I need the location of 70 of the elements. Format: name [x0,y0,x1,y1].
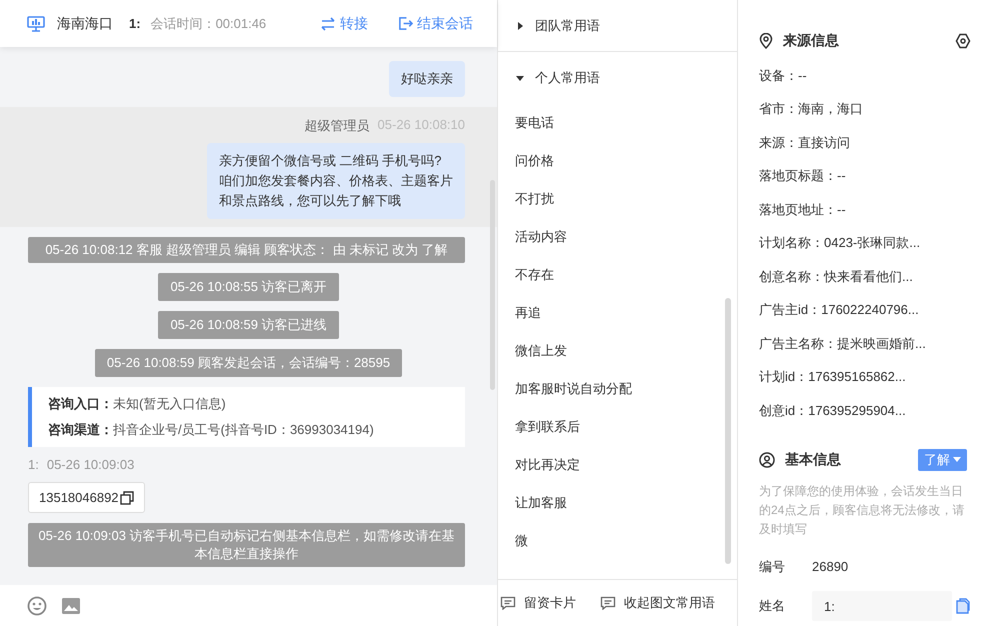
caret-right-icon [515,20,525,30]
phrase-item[interactable]: 对比再决定 [498,446,737,484]
source-info-row-text: 省市：海南，海口 [759,100,864,118]
field-label: 咨询渠道： [48,422,113,437]
caret-down-icon [953,457,961,464]
system-notice: 05-26 10:08:55 访客已离开 [158,273,339,301]
phrase-item[interactable]: 要电话 [498,104,737,142]
message-icon [500,596,516,610]
footer-button[interactable]: 留资卡片 [500,594,576,612]
location-label: 海南海口 [57,14,113,32]
message-line: 亲方便留个微信号或 二维码 手机号吗? [219,152,442,170]
source-info-row-text: 设备：-- [759,66,808,85]
field-label: 编号 [759,558,786,576]
phone-number: 13518046892 [39,490,119,505]
user-circle-icon [759,452,775,468]
message-line: 咱们加您发套餐内容、价格表、主题客片 [219,172,453,190]
field-label: 姓名 [759,597,786,616]
field-value: 未知(暂无入口信息) [113,396,226,411]
phrase-item[interactable]: 让加客服 [498,484,737,522]
swap-arrows-icon [320,16,336,30]
source-info-row-text: 落地页地址：-- [759,200,847,219]
phrase-item[interactable]: 不打扰 [498,180,737,218]
exit-icon [398,16,413,31]
phrase-item[interactable]: 问价格 [498,142,737,180]
field-label: 咨询入口： [48,396,113,411]
message-time: 05-26 10:09:03 [46,457,134,472]
source-info-row-text: 创意名称：快来看看他们... [759,268,914,286]
session-time: 会话时间：00:01:46 [150,14,266,32]
field-value: 26890 [812,559,848,574]
phrase-item[interactable]: 加客服时说自动分配 [498,370,737,408]
message-icon [600,596,616,610]
source-info-row-text: 广告主名称：提米映画婚前... [759,334,927,353]
copy-icon[interactable] [120,490,134,504]
scrollbar[interactable] [725,298,731,564]
smiley-icon[interactable] [27,596,47,616]
name-input[interactable]: 1: [812,591,952,622]
info-note: 为了保障您的使用体验，会话发生当日的24点之后，顾客信息将无法修改，请及时填写 [759,482,966,538]
system-notice: 05-26 10:08:59 顾客发起会话，会话编号：28595 [94,349,402,377]
system-notice: 05-26 10:09:03 访客手机号已自动标记右侧基本信息栏，如需修改请在基本信息栏直接操作 [28,523,465,567]
source-info-row-text: 创意id：176395295904... [759,402,907,420]
field-value: 抖音企业号/员工号(抖音号ID：36993034194) [113,422,374,437]
settings-icon[interactable] [955,33,971,50]
section-title: 基本信息 [785,451,841,470]
phrase-item[interactable]: 活动内容 [498,218,737,256]
visitor-name: 1: [129,16,141,31]
caret-down-icon [515,73,525,83]
message-bubble: 好哒亲亲 [389,61,465,97]
phrase-group-header[interactable]: 个人常用语 [498,52,737,104]
source-info-row-text: 计划id：176395165862... [759,368,907,386]
section-title: 来源信息 [783,32,839,50]
image-icon[interactable] [61,596,81,614]
system-notice: 05-26 10:08:59 访客已进线 [158,311,339,339]
footer-button[interactable]: 收起图文常用语 [600,594,715,612]
phrase-item[interactable]: 微 [498,522,737,560]
source-info-row-text: 落地页标题：-- [759,167,847,186]
scrollbar[interactable] [490,180,495,390]
source-info-row-text: 来源：直接访问 [759,134,851,152]
phrase-item[interactable]: 拿到联系后 [498,408,737,446]
system-notice: 05-26 10:08:12 客服 超级管理员 编辑 顾客状态： 由 未标记 改为 了解 [28,237,465,263]
source-info-row-text: 计划名称：0423-张琳同款... [759,234,922,252]
location-pin-icon [759,33,773,50]
message-line: 和景点路线，您可以先了解下哦 [219,192,402,210]
sender-name: 超级管理员 [304,117,370,135]
phrase-item[interactable]: 不存在 [498,256,737,294]
phrase-group-header[interactable]: 团队常用语 [498,0,737,52]
phrase-item[interactable]: 再追 [498,294,737,332]
phrase-item[interactable]: 微信上发 [498,332,737,370]
monitor-icon [27,16,45,32]
sender-name: 1: [28,457,39,472]
source-info-row-text: 广告主id：176022240796... [759,301,920,320]
